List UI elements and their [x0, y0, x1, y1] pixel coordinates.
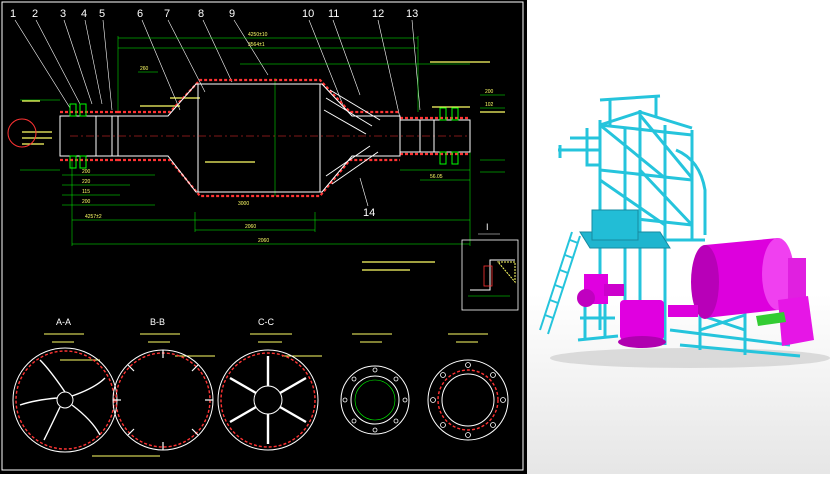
cad-drawing: 1 2 3 4 5 6 7 8 9 10 11 12 13 14 4250±10… — [1, 1, 524, 471]
dim-b: 220 — [82, 179, 91, 185]
section-c-c — [217, 349, 319, 451]
cad-drawing-panel: 1 2 3 4 5 6 7 8 9 10 11 12 13 14 4250±10… — [0, 0, 527, 474]
callout-5: 5 — [99, 8, 105, 20]
section-label-c: C-C — [258, 317, 274, 327]
callout-10: 10 — [302, 8, 314, 20]
section-label-b: B-B — [150, 317, 165, 327]
callout-3: 3 — [60, 8, 66, 20]
callout-1: 1 — [10, 8, 16, 20]
callout-12: 12 — [372, 8, 384, 20]
callout-14: 14 — [363, 207, 375, 219]
dim-a: 200 — [82, 169, 91, 175]
dim-f: 260 — [140, 66, 149, 72]
dim-inner: 3564±1 — [248, 42, 265, 48]
section-labels: A-A B-B C-C — [56, 317, 274, 327]
staircase — [539, 231, 581, 335]
dim-overall: 4250±10 — [248, 32, 268, 38]
section-notes — [44, 333, 488, 457]
callout-4: 4 — [81, 8, 87, 20]
section-a-a — [12, 347, 118, 453]
callout-numbers: 1 2 3 4 5 6 7 8 9 10 11 12 13 14 — [10, 8, 418, 219]
detail-view-i: I — [461, 222, 519, 311]
callout-7: 7 — [164, 8, 170, 20]
callout-6: 6 — [137, 8, 143, 20]
section-b-b — [112, 349, 214, 451]
callout-2: 2 — [32, 8, 38, 20]
dim-h: 200 — [485, 89, 494, 95]
dim-j: 3000 — [238, 201, 249, 207]
callout-11: 11 — [328, 8, 339, 20]
flange-view-1 — [340, 365, 410, 435]
section-label-a: A-A — [56, 317, 71, 327]
dim-e: 4257±2 — [85, 214, 102, 220]
dim-g: 56.05 — [430, 174, 443, 180]
callout-9: 9 — [229, 8, 235, 20]
callout-8: 8 — [198, 8, 204, 20]
vessel-shell — [7, 83, 471, 193]
dim-bottom: 2060 — [258, 238, 269, 244]
callout-13: 13 — [406, 8, 418, 20]
flange-view-2 — [427, 359, 509, 441]
rotary-drum — [691, 238, 814, 346]
3d-render-panel — [527, 0, 830, 474]
dim-d: 200 — [82, 199, 91, 205]
detail-label: I — [486, 222, 489, 232]
3d-equipment-render — [539, 94, 830, 368]
dim-i: 102 — [485, 102, 494, 108]
shell-hatch — [60, 78, 470, 198]
dim-body: 2060 — [245, 224, 256, 230]
dim-c: 115 — [82, 189, 90, 195]
